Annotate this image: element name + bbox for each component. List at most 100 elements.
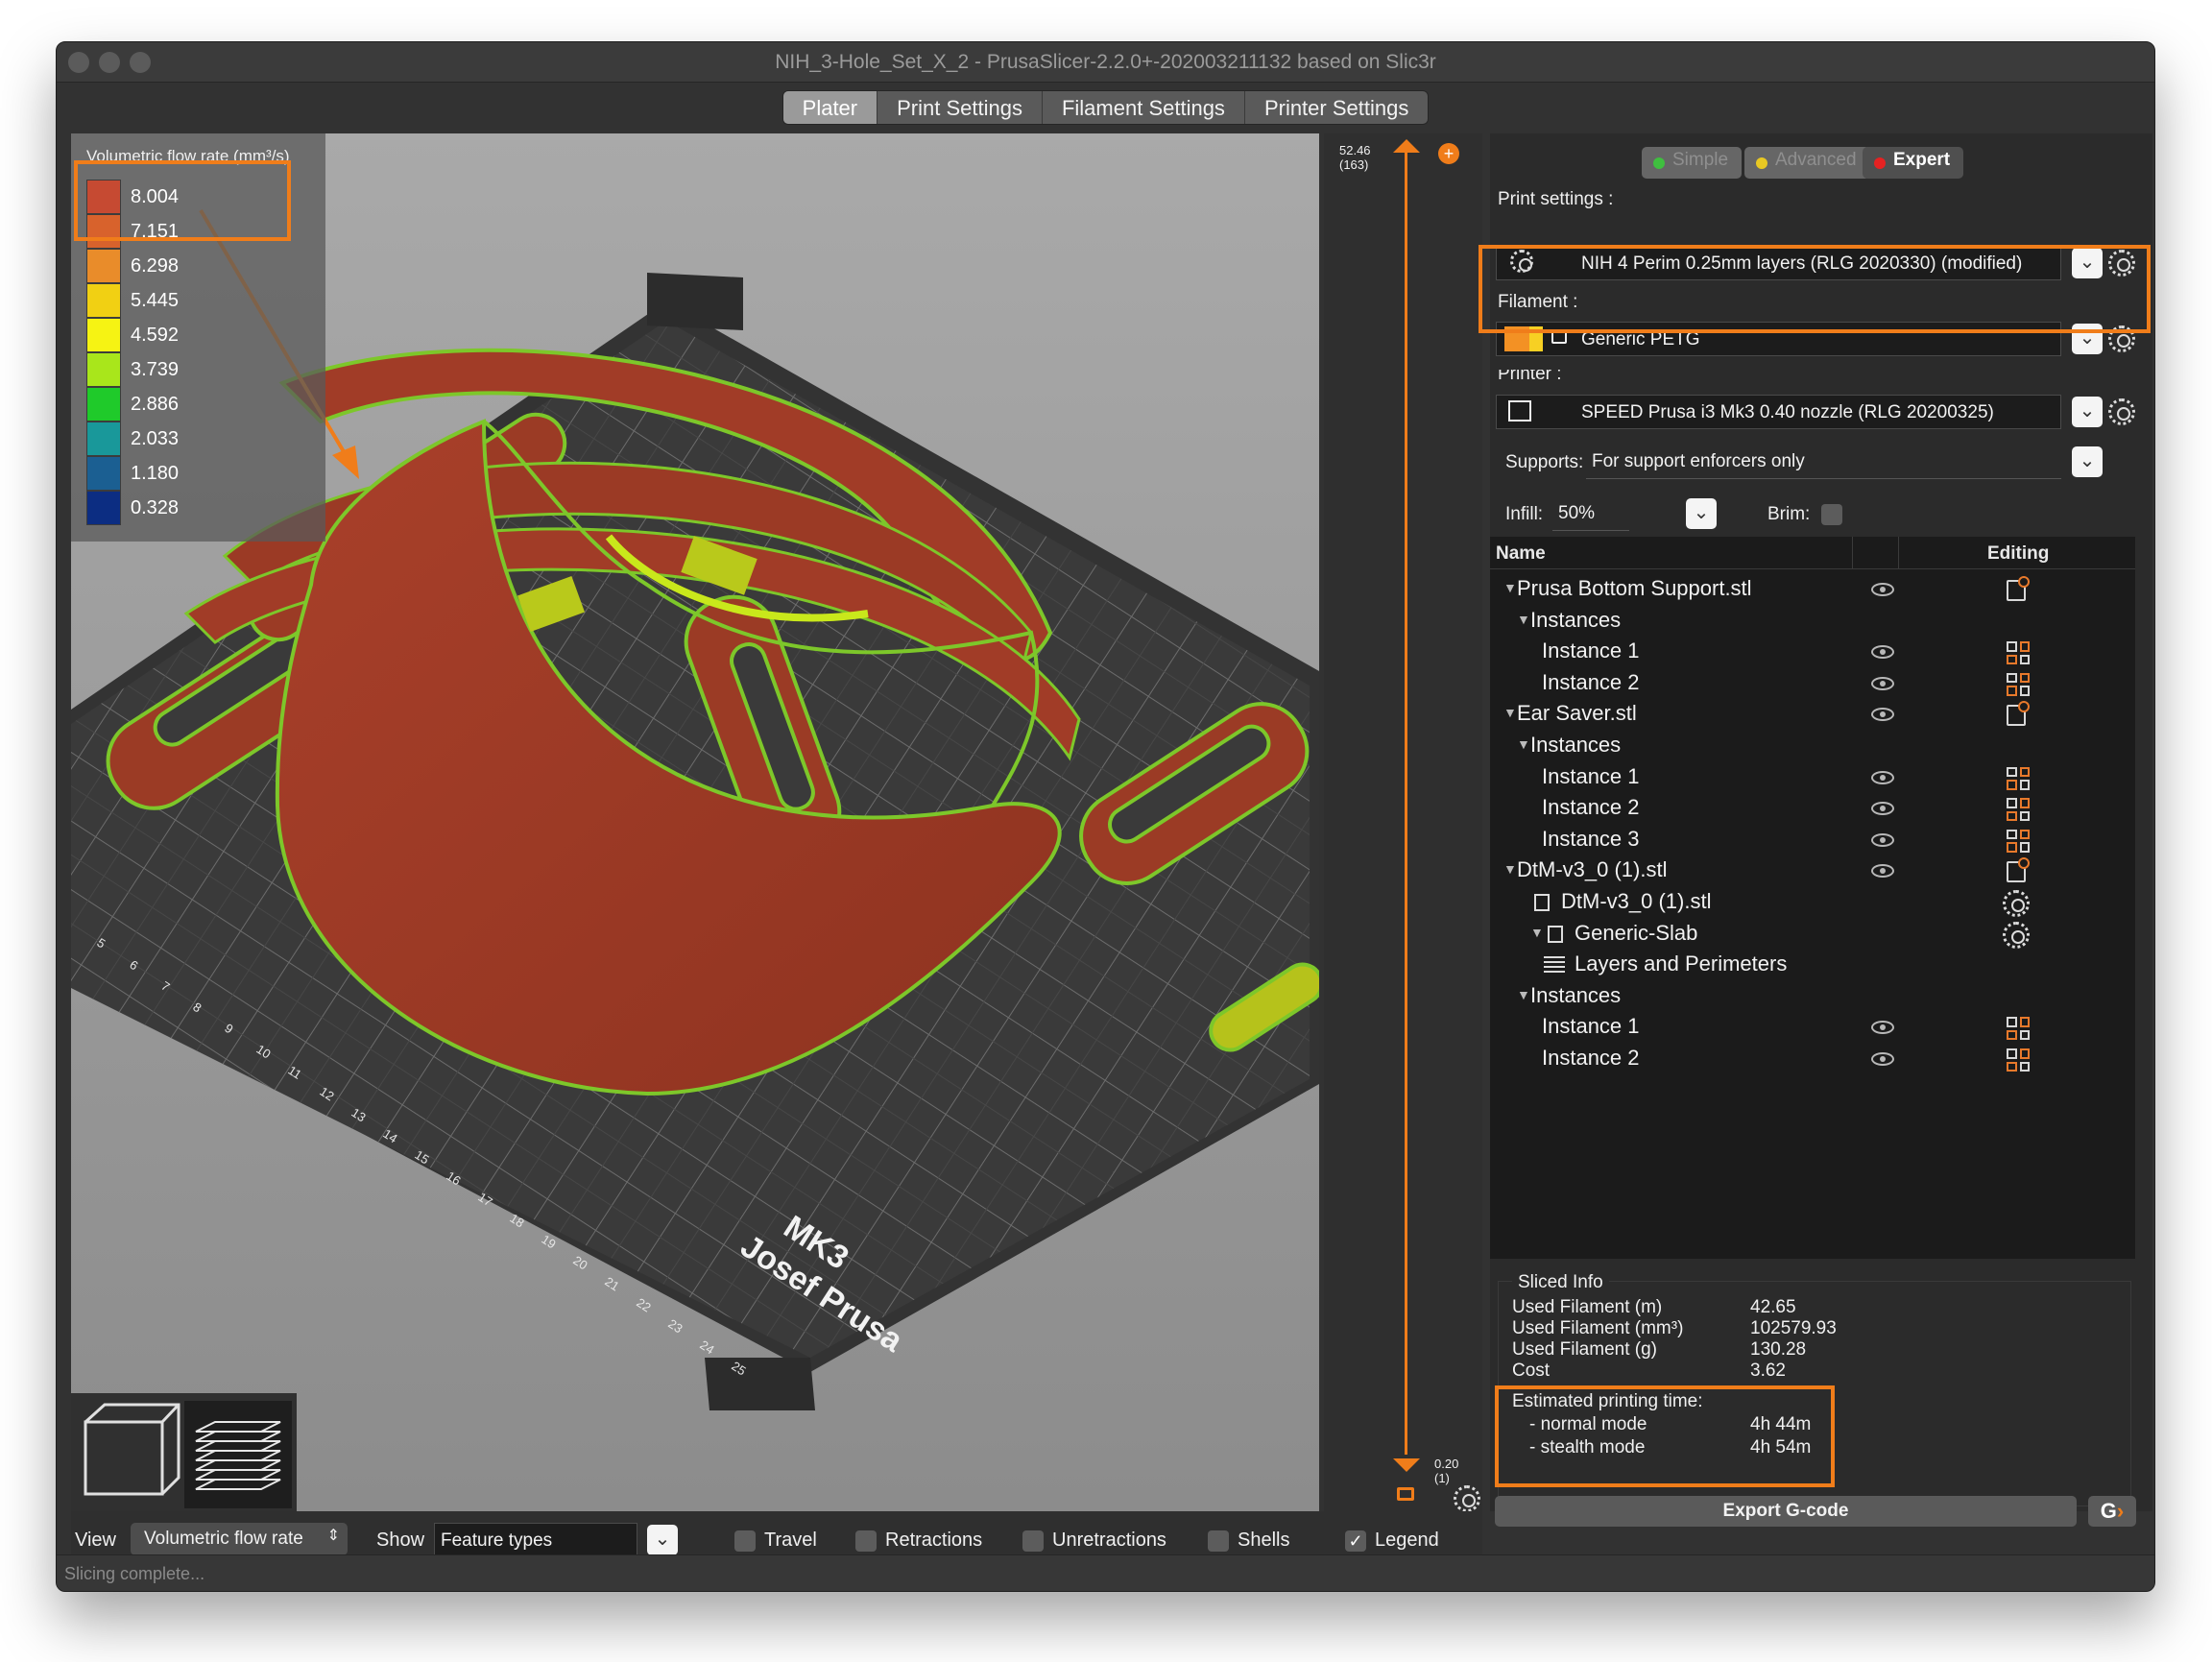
title-bar: NIH_3-Hole_Set_X_2 - PrusaSlicer-2.2.0+-… <box>57 42 2154 83</box>
part-settings-gear-icon[interactable] <box>2003 921 2030 949</box>
tree-row-group[interactable]: ▼ Instances <box>1490 982 2135 1013</box>
instance-icon[interactable] <box>2007 672 2030 696</box>
tree-row-label: Prusa Bottom Support.stl <box>1517 576 1752 600</box>
instance-icon[interactable] <box>2007 798 2030 822</box>
expand-triangle-icon[interactable]: ▼ <box>1530 925 1544 940</box>
tree-row-instance[interactable]: Instance 2 <box>1490 794 2135 825</box>
add-color-change-icon[interactable]: + <box>1438 143 1459 164</box>
retractions-checkbox[interactable] <box>855 1530 877 1552</box>
tree-row-group[interactable]: ▼ Instances <box>1490 732 2135 762</box>
mode-advanced-button[interactable]: Advanced <box>1744 147 1870 179</box>
tab-filament-settings[interactable]: Filament Settings <box>1043 91 1245 124</box>
printer-dropdown-button[interactable]: ⌄ <box>2072 397 2103 427</box>
supports-dropdown-button[interactable]: ⌄ <box>2072 446 2103 477</box>
eye-icon[interactable] <box>1871 770 1894 784</box>
edit-object-icon[interactable] <box>2007 857 2030 883</box>
tree-row-setting[interactable]: Layers and Perimeters <box>1490 951 2135 981</box>
infill-select[interactable]: 50% <box>1552 496 1629 531</box>
column-name[interactable]: Name <box>1496 543 1546 565</box>
filament-color-swatch[interactable] <box>1504 326 1543 351</box>
unretractions-checkbox[interactable] <box>1022 1530 1044 1552</box>
tree-row-modifier[interactable]: ▼ Generic-Slab <box>1490 920 2135 951</box>
send-gcode-icon[interactable]: G› <box>2088 1496 2136 1527</box>
brim-checkbox[interactable] <box>1821 504 1842 525</box>
infill-label: Infill: <box>1505 504 1544 524</box>
eye-icon[interactable] <box>1871 1052 1894 1066</box>
tree-row-object[interactable]: ▼ Prusa Bottom Support.stl <box>1490 575 2135 606</box>
print-settings-dropdown-button[interactable]: ⌄ <box>2072 248 2103 278</box>
printer-combo[interactable]: SPEED Prusa i3 Mk3 0.40 nozzle (RLG 2020… <box>1496 395 2061 429</box>
instance-icon[interactable] <box>2007 641 2030 665</box>
eye-icon[interactable] <box>1871 645 1894 660</box>
3d-view-icon[interactable] <box>84 1403 180 1496</box>
show-features-combo[interactable]: Feature types <box>434 1523 637 1557</box>
mode-expert-button[interactable]: Expert <box>1863 147 1964 179</box>
filament-combo[interactable]: Generic PETG <box>1496 322 2061 356</box>
tree-row-group[interactable]: ▼ Instances <box>1490 607 2135 638</box>
expand-triangle-icon[interactable]: ▼ <box>1503 580 1517 595</box>
tab-printer-settings[interactable]: Printer Settings <box>1245 91 1428 124</box>
view-type-select[interactable]: Volumetric flow rate ⇕ <box>131 1523 348 1555</box>
eye-icon[interactable] <box>1871 864 1894 879</box>
expand-triangle-icon[interactable]: ▼ <box>1503 861 1517 877</box>
tree-row-instance[interactable]: Instance 1 <box>1490 638 2135 668</box>
right-sidebar: Simple Advanced Expert Print settings : … <box>1490 133 2152 1511</box>
instance-icon[interactable] <box>2007 766 2030 790</box>
print-settings-combo[interactable]: NIH 4 Perim 0.25mm layers (RLG 2020330) … <box>1496 246 2061 280</box>
printer-icon <box>1508 400 1531 422</box>
layer-slider-track[interactable] <box>1405 151 1407 1455</box>
column-editing[interactable]: Editing <box>1987 543 2049 565</box>
expand-triangle-icon[interactable]: ▼ <box>1517 736 1530 752</box>
tab-print-settings[interactable]: Print Settings <box>878 91 1043 124</box>
infill-dropdown-button[interactable]: ⌄ <box>1686 498 1717 529</box>
filament-dropdown-button[interactable]: ⌄ <box>2072 324 2103 354</box>
object-list[interactable]: Name Editing ▼ Prusa Bottom Support.stl ▼ I… <box>1490 537 2135 1259</box>
eye-icon[interactable] <box>1871 1021 1894 1035</box>
legend-panel: Volumetric flow rate (mm³/s) 8.004 7.151 6… <box>71 133 325 542</box>
instance-icon[interactable] <box>2007 1048 2030 1072</box>
3d-preview-viewport[interactable]: 5 6 7 8 9 10 11 12 13 14 15 16 17 18 19 … <box>71 133 1319 1511</box>
tree-row-object[interactable]: ▼ Ear Saver.stl <box>1490 700 2135 731</box>
lock-icon[interactable] <box>1397 1487 1414 1501</box>
tree-row-instance[interactable]: Instance 2 <box>1490 1045 2135 1075</box>
tree-row-object[interactable]: ▼ DtM-v3_0 (1).stl <box>1490 856 2135 887</box>
instance-icon[interactable] <box>2007 829 2030 853</box>
tree-row-label: Instances <box>1530 607 1622 632</box>
eye-icon[interactable] <box>1871 583 1894 596</box>
sliced-info-value: 42.65 <box>1750 1297 1796 1317</box>
edit-object-icon[interactable] <box>2007 701 2030 727</box>
edit-object-icon[interactable] <box>2007 576 2030 601</box>
expand-triangle-icon[interactable]: ▼ <box>1517 987 1530 1002</box>
show-features-value: Feature types <box>441 1530 553 1551</box>
instance-icon[interactable] <box>2007 1017 2030 1041</box>
shells-checkbox[interactable] <box>1208 1530 1229 1552</box>
tree-row-instance[interactable]: Instance 3 <box>1490 826 2135 856</box>
legend-entry: 7.151 <box>86 214 179 249</box>
part-icon <box>1534 894 1550 911</box>
status-text: Slicing complete... <box>64 1564 205 1583</box>
tree-row-instance[interactable]: Instance 1 <box>1490 763 2135 794</box>
eye-icon[interactable] <box>1871 832 1894 847</box>
eye-icon[interactable] <box>1871 708 1894 722</box>
legend-checkbox[interactable]: ✓ <box>1345 1530 1366 1552</box>
expand-triangle-icon[interactable]: ▼ <box>1517 612 1530 627</box>
slider-settings-gear-icon[interactable] <box>1454 1485 1480 1512</box>
slider-top-thumb[interactable] <box>1393 139 1420 153</box>
show-features-dropdown-button[interactable]: ⌄ <box>647 1525 678 1555</box>
print-settings-gear-icon[interactable] <box>2108 250 2135 277</box>
expand-triangle-icon[interactable]: ▼ <box>1503 705 1517 720</box>
part-settings-gear-icon[interactable] <box>2003 890 2030 917</box>
tab-plater[interactable]: Plater <box>782 91 878 124</box>
tree-row-part[interactable]: DtM-v3_0 (1).stl <box>1490 888 2135 919</box>
eye-icon[interactable] <box>1871 802 1894 816</box>
filament-gear-icon[interactable] <box>2108 325 2135 352</box>
export-gcode-button[interactable]: Export G-code <box>1495 1496 2077 1527</box>
mode-simple-button[interactable]: Simple <box>1642 147 1743 179</box>
eye-icon[interactable] <box>1871 676 1894 690</box>
travel-checkbox[interactable] <box>734 1530 756 1552</box>
printer-gear-icon[interactable] <box>2108 398 2135 425</box>
supports-select[interactable]: For support enforcers only <box>1586 445 2061 479</box>
tree-row-instance[interactable]: Instance 2 <box>1490 669 2135 700</box>
slider-bottom-thumb[interactable] <box>1393 1458 1420 1472</box>
tree-row-instance[interactable]: Instance 1 <box>1490 1013 2135 1044</box>
